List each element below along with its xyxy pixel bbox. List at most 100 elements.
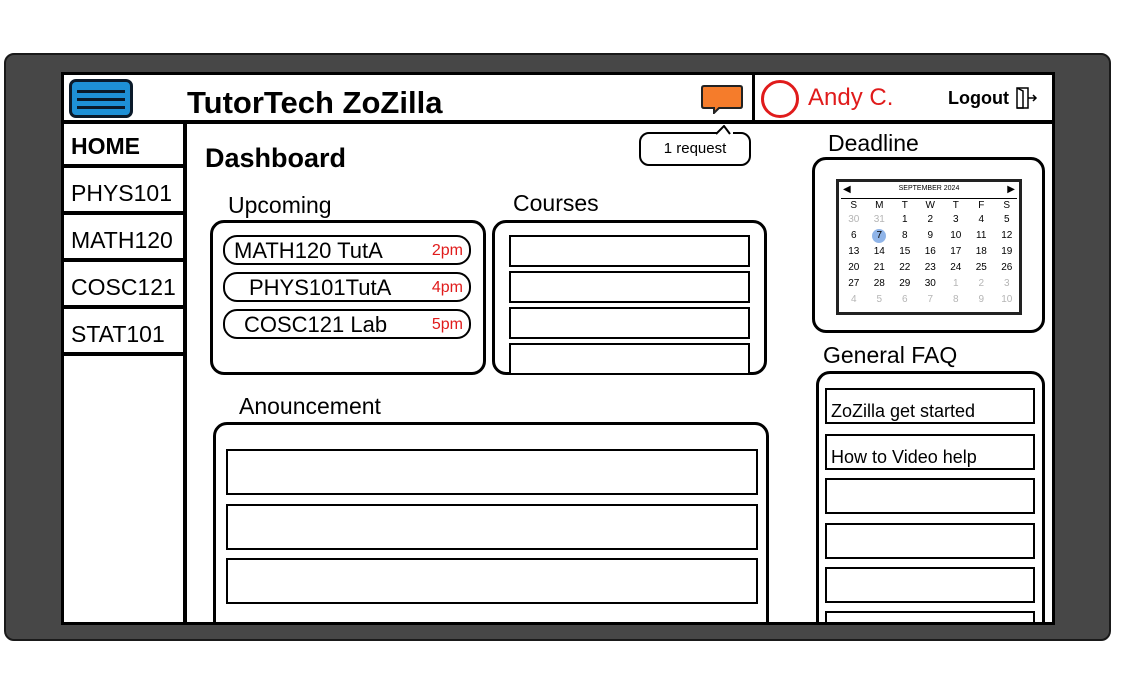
- calendar-day[interactable]: 1: [892, 212, 918, 228]
- course-slot[interactable]: [509, 235, 750, 267]
- calendar-day[interactable]: 6: [841, 228, 867, 244]
- calendar-week-row: 13 14 15 16 17 18 19: [841, 244, 1021, 260]
- calendar-next-icon[interactable]: ▶: [1007, 184, 1015, 195]
- calendar-day[interactable]: 20: [841, 260, 867, 276]
- calendar-day[interactable]: 9: [969, 292, 995, 308]
- hamburger-menu-button[interactable]: [69, 79, 133, 118]
- calendar-day[interactable]: 26: [994, 260, 1020, 276]
- upcoming-label: Upcoming: [228, 192, 332, 218]
- calendar-day[interactable]: 5: [867, 292, 893, 308]
- faq-item[interactable]: [825, 611, 1035, 622]
- request-notification-bubble[interactable]: 1 request: [639, 132, 751, 166]
- calendar-week-row: 6 7 8 9 10 11 12: [841, 228, 1021, 244]
- course-slot[interactable]: [509, 307, 750, 339]
- calendar-day[interactable]: 6: [892, 292, 918, 308]
- calendar-day[interactable]: 7: [918, 292, 944, 308]
- user-name[interactable]: Andy C.: [808, 84, 893, 112]
- calendar-day[interactable]: 21: [867, 260, 893, 276]
- calendar-day[interactable]: 7: [867, 228, 893, 244]
- calendar-day[interactable]: 4: [969, 212, 995, 228]
- header-divider: [752, 75, 755, 123]
- announcement-slot[interactable]: [226, 504, 758, 550]
- calendar-week-row: 27 28 29 30 1 2 3: [841, 276, 1021, 292]
- calendar-week-row: 20 21 22 23 24 25 26: [841, 260, 1021, 276]
- menu-bar-icon: [77, 106, 125, 109]
- chat-icon[interactable]: [701, 84, 743, 114]
- sidebar-item-cosc121[interactable]: COSC121: [64, 265, 186, 309]
- upcoming-item[interactable]: COSC121 Lab 5pm: [223, 309, 471, 339]
- calendar-day[interactable]: 19: [994, 244, 1020, 260]
- calendar-day[interactable]: 30: [841, 212, 867, 228]
- calendar-day[interactable]: 29: [892, 276, 918, 292]
- calendar-day[interactable]: 13: [841, 244, 867, 260]
- upcoming-item-name: COSC121 Lab: [244, 312, 388, 337]
- upcoming-item[interactable]: MATH120 TutA 2pm: [223, 235, 471, 265]
- calendar-day[interactable]: 22: [892, 260, 918, 276]
- calendar-day[interactable]: 1: [943, 276, 969, 292]
- announcement-panel: [213, 422, 769, 622]
- faq-item[interactable]: [825, 478, 1035, 514]
- calendar-month: SEPTEMBER 2024: [898, 185, 960, 192]
- calendar-day[interactable]: 11: [969, 228, 995, 244]
- bubble-tail-icon: [716, 125, 731, 135]
- course-slot[interactable]: [509, 343, 750, 375]
- menu-bar-icon: [77, 90, 125, 93]
- calendar-day[interactable]: 14: [867, 244, 893, 260]
- calendar-day[interactable]: 5: [994, 212, 1020, 228]
- calendar-day[interactable]: 15: [892, 244, 918, 260]
- sidebar-item-math120[interactable]: MATH120: [64, 218, 186, 262]
- announcement-label: Anouncement: [239, 393, 381, 419]
- faq-item[interactable]: [825, 567, 1035, 603]
- calendar-header: ◀ SEPTEMBER 2024 ▶: [841, 184, 1017, 199]
- calendar-day[interactable]: 28: [867, 276, 893, 292]
- upcoming-item-time: 5pm: [431, 316, 463, 333]
- calendar-week-row: 30 31 1 2 3 4 5: [841, 212, 1021, 228]
- calendar-day[interactable]: 10: [994, 292, 1020, 308]
- calendar-weekday: T: [901, 200, 908, 211]
- calendar-day[interactable]: 17: [943, 244, 969, 260]
- avatar[interactable]: [761, 80, 799, 118]
- calendar-day[interactable]: 18: [969, 244, 995, 260]
- courses-label: Courses: [513, 190, 599, 216]
- calendar-day[interactable]: 9: [918, 228, 944, 244]
- faq-item[interactable]: [825, 523, 1035, 559]
- announcement-slot[interactable]: [226, 449, 758, 495]
- upcoming-item[interactable]: PHYS101TutA 4pm: [223, 272, 471, 302]
- calendar-weekday: M: [875, 200, 884, 211]
- calendar-weekday-row: SMTWTFS: [841, 198, 1021, 212]
- calendar-day[interactable]: 24: [943, 260, 969, 276]
- header-bottom-border: [64, 120, 1052, 124]
- upcoming-item-name: MATH120 TutA: [234, 238, 383, 263]
- sidebar-item-home[interactable]: HOME: [64, 124, 186, 168]
- calendar-day[interactable]: 2: [918, 212, 944, 228]
- calendar-widget[interactable]: ◀ SEPTEMBER 2024 ▶ S M T W T F S 30 31 1 2 3 4 5 6 7 8 9 1…: [836, 179, 1022, 315]
- course-slot[interactable]: [509, 271, 750, 303]
- calendar-day[interactable]: 4: [841, 292, 867, 308]
- calendar-day[interactable]: 10: [943, 228, 969, 244]
- calendar-day[interactable]: 8: [892, 228, 918, 244]
- calendar-day[interactable]: 12: [994, 228, 1020, 244]
- calendar-day[interactable]: 8: [943, 292, 969, 308]
- calendar-day[interactable]: 27: [841, 276, 867, 292]
- page-title: Dashboard: [205, 143, 347, 173]
- calendar-day[interactable]: 31: [867, 212, 893, 228]
- calendar-day[interactable]: 25: [969, 260, 995, 276]
- upcoming-panel: MATH120 TutA 2pm PHYS101TutA 4pm COSC121…: [210, 220, 486, 375]
- faq-item[interactable]: How to Video help: [825, 434, 1035, 470]
- courses-panel: [492, 220, 767, 375]
- announcement-slot[interactable]: [226, 558, 758, 604]
- calendar-day[interactable]: 3: [943, 212, 969, 228]
- logout-button[interactable]: Logout: [948, 88, 1009, 109]
- sidebar-item-phys101[interactable]: PHYS101: [64, 171, 186, 215]
- calendar-day[interactable]: 2: [969, 276, 995, 292]
- calendar-weekday: S: [1003, 200, 1011, 211]
- sidebar-item-stat101[interactable]: STAT101: [64, 312, 186, 356]
- calendar-day[interactable]: 16: [918, 244, 944, 260]
- calendar-day[interactable]: 23: [918, 260, 944, 276]
- menu-bar-icon: [77, 98, 125, 101]
- logout-icon[interactable]: [1014, 86, 1038, 110]
- calendar-day[interactable]: 30: [918, 276, 944, 292]
- calendar-weekday: W: [925, 200, 935, 211]
- calendar-day[interactable]: 3: [994, 276, 1020, 292]
- faq-item[interactable]: ZoZilla get started: [825, 388, 1035, 424]
